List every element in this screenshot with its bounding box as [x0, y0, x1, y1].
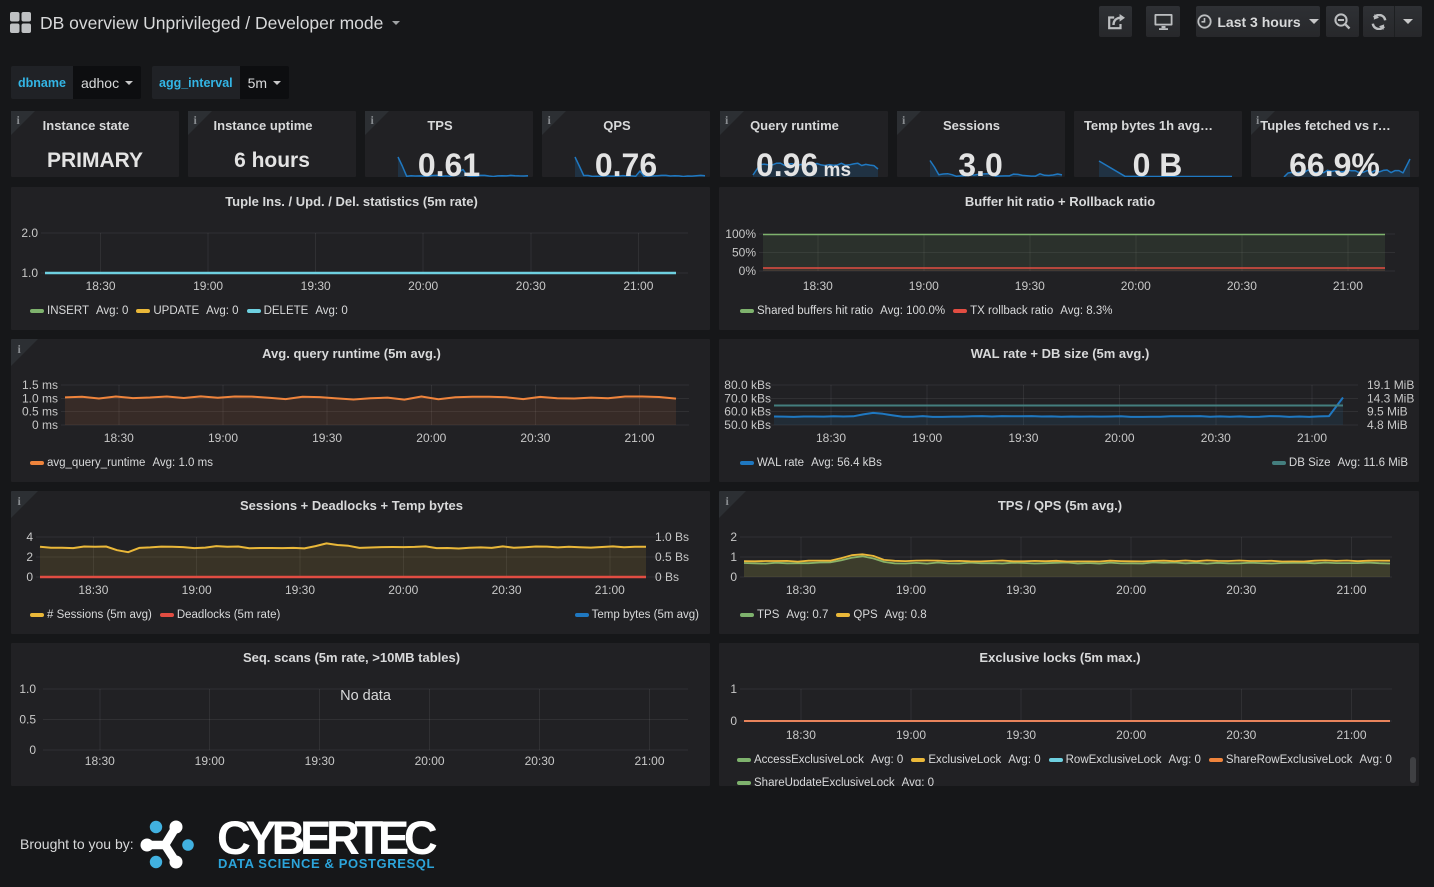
svg-text:19:00: 19:00	[896, 728, 926, 742]
svg-text:18:30: 18:30	[78, 583, 108, 597]
svg-text:20:00: 20:00	[415, 754, 445, 768]
svg-text:50%: 50%	[732, 246, 756, 260]
svg-text:19:30: 19:30	[1015, 279, 1045, 293]
svg-text:2: 2	[26, 550, 33, 564]
svg-text:1.0: 1.0	[19, 682, 36, 696]
svg-text:18:30: 18:30	[786, 728, 816, 742]
svg-text:19:30: 19:30	[1008, 431, 1038, 445]
svg-text:1: 1	[730, 682, 737, 696]
svg-text:0: 0	[730, 570, 737, 584]
svg-text:21:00: 21:00	[1336, 583, 1366, 597]
svg-text:No data: No data	[340, 688, 392, 704]
svg-text:20:30: 20:30	[516, 279, 546, 293]
svg-text:20:30: 20:30	[1227, 279, 1257, 293]
svg-text:19:30: 19:30	[301, 279, 331, 293]
svg-text:20:00: 20:00	[416, 431, 446, 445]
svg-text:1.0 Bs: 1.0 Bs	[655, 530, 689, 544]
svg-text:18:30: 18:30	[104, 431, 134, 445]
svg-text:21:00: 21:00	[595, 583, 625, 597]
svg-text:18:30: 18:30	[86, 279, 116, 293]
svg-text:20:30: 20:30	[492, 583, 522, 597]
svg-text:20:00: 20:00	[1105, 431, 1135, 445]
svg-text:19:00: 19:00	[896, 583, 926, 597]
svg-text:0.5 ms: 0.5 ms	[22, 405, 58, 419]
svg-text:1.0 ms: 1.0 ms	[22, 391, 58, 405]
svg-text:70.0 kBs: 70.0 kBs	[724, 391, 771, 405]
svg-text:19:30: 19:30	[1006, 728, 1036, 742]
svg-text:19:00: 19:00	[912, 431, 942, 445]
svg-text:19:00: 19:00	[909, 279, 939, 293]
svg-text:18:30: 18:30	[816, 431, 846, 445]
svg-text:20:00: 20:00	[1121, 279, 1151, 293]
svg-text:19:30: 19:30	[305, 754, 335, 768]
svg-text:0: 0	[730, 714, 737, 728]
svg-text:1.5 ms: 1.5 ms	[22, 378, 58, 392]
svg-text:0: 0	[29, 743, 36, 757]
svg-text:2.0: 2.0	[21, 226, 38, 240]
svg-text:80.0 kBs: 80.0 kBs	[724, 378, 771, 392]
svg-text:20:30: 20:30	[1226, 583, 1256, 597]
svg-text:0%: 0%	[739, 264, 757, 278]
svg-text:19:30: 19:30	[1006, 583, 1036, 597]
svg-text:18:30: 18:30	[786, 583, 816, 597]
svg-text:60.0 kBs: 60.0 kBs	[724, 405, 771, 419]
svg-text:0 ms: 0 ms	[32, 418, 58, 432]
svg-text:19:30: 19:30	[285, 583, 315, 597]
svg-text:19:00: 19:00	[193, 279, 223, 293]
svg-text:20:30: 20:30	[525, 754, 555, 768]
svg-text:20:00: 20:00	[1116, 728, 1146, 742]
svg-text:19:00: 19:00	[195, 754, 225, 768]
svg-text:20:00: 20:00	[1116, 583, 1146, 597]
svg-text:4: 4	[26, 530, 33, 544]
svg-text:1.0: 1.0	[21, 266, 38, 280]
svg-text:9.5 MiB: 9.5 MiB	[1367, 405, 1408, 419]
svg-text:19:00: 19:00	[182, 583, 212, 597]
svg-text:20:30: 20:30	[1201, 431, 1231, 445]
svg-text:0 Bs: 0 Bs	[655, 570, 679, 584]
svg-text:20:30: 20:30	[520, 431, 550, 445]
svg-text:21:00: 21:00	[1297, 431, 1327, 445]
svg-text:18:30: 18:30	[803, 279, 833, 293]
svg-text:2: 2	[730, 530, 737, 544]
svg-text:100%: 100%	[725, 227, 756, 241]
svg-text:1: 1	[730, 550, 737, 564]
svg-text:14.3 MiB: 14.3 MiB	[1367, 391, 1414, 405]
svg-text:21:00: 21:00	[624, 431, 654, 445]
svg-text:21:00: 21:00	[623, 279, 653, 293]
svg-text:50.0 kBs: 50.0 kBs	[724, 418, 771, 432]
svg-text:19:00: 19:00	[208, 431, 238, 445]
svg-text:21:00: 21:00	[634, 754, 664, 768]
svg-text:21:00: 21:00	[1336, 728, 1366, 742]
svg-text:20:00: 20:00	[388, 583, 418, 597]
svg-text:19:30: 19:30	[312, 431, 342, 445]
svg-text:0: 0	[26, 570, 33, 584]
svg-text:20:00: 20:00	[408, 279, 438, 293]
svg-text:18:30: 18:30	[85, 754, 115, 768]
svg-text:20:30: 20:30	[1226, 728, 1256, 742]
svg-text:21:00: 21:00	[1333, 279, 1363, 293]
svg-text:19.1 MiB: 19.1 MiB	[1367, 378, 1414, 392]
svg-text:0.5 Bs: 0.5 Bs	[655, 550, 689, 564]
svg-text:4.8 MiB: 4.8 MiB	[1367, 418, 1408, 432]
svg-text:0.5: 0.5	[19, 713, 36, 727]
